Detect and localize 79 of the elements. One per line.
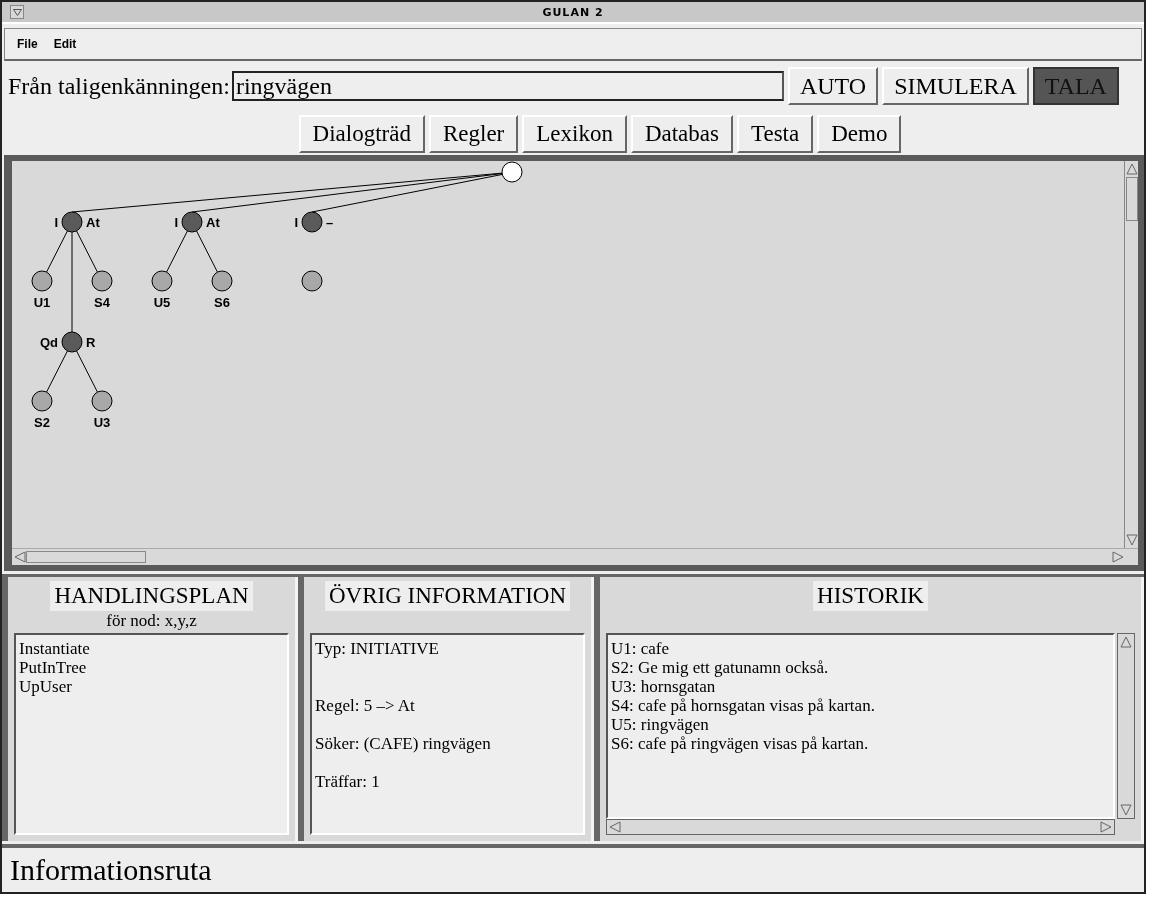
node-label: U3 (93, 415, 111, 430)
scroll-down-icon[interactable] (1125, 534, 1138, 546)
edge-line (76, 350, 98, 393)
panel-title: HANDLINGSPLAN (50, 581, 253, 611)
node-label: U5 (153, 295, 171, 310)
vertical-scrollbar[interactable] (1117, 633, 1135, 819)
tree-node[interactable] (61, 211, 83, 233)
field-label: Från taligenkänningen: (8, 72, 230, 100)
panel-title: ÖVRIG INFORMATION (325, 581, 570, 611)
node-label: I (174, 215, 178, 230)
plan-item: UpUser (19, 677, 73, 696)
recognition-input-field[interactable]: ringvägen (231, 71, 784, 101)
window-menu-button[interactable] (10, 5, 24, 19)
node-label: U1 (33, 295, 51, 310)
scroll-left-icon[interactable] (609, 821, 621, 833)
node-label: I (294, 215, 298, 230)
tab[interactable]: Databas (630, 115, 733, 153)
menu-item[interactable]: Edit (53, 37, 77, 51)
menu-item[interactable]: File (17, 37, 38, 51)
info-line: Typ: INITIATIVE (315, 639, 440, 658)
edge-line (196, 230, 218, 273)
node-label: At (206, 215, 220, 230)
tree-node[interactable] (501, 161, 523, 183)
scroll-up-icon[interactable] (1120, 636, 1132, 648)
tab[interactable]: Demo (817, 115, 902, 153)
action-button[interactable]: AUTO (787, 67, 879, 105)
tree-node[interactable] (31, 390, 53, 412)
triangle-down-icon (12, 8, 22, 16)
edge-line (166, 230, 188, 273)
tree-node[interactable] (301, 211, 323, 233)
scroll-thumb[interactable] (1125, 177, 1138, 221)
tree-node[interactable] (31, 270, 53, 292)
plan-item: Instantiate (19, 639, 91, 658)
tab[interactable]: Dialogträd (298, 115, 425, 153)
scroll-up-icon[interactable] (1125, 163, 1138, 175)
node-label: R (86, 335, 96, 350)
horizontal-scrollbar[interactable] (12, 548, 1138, 565)
info-line: Regel: 5 –> At (315, 696, 416, 715)
status-text: Informationsruta (10, 853, 212, 887)
history-line: S6: cafe på ringvägen visas på kartan. (611, 734, 870, 753)
node-label: Qd (39, 335, 58, 350)
history-line: U3: hornsgatan (611, 677, 717, 696)
history-line: U1: cafe (611, 639, 671, 658)
vertical-scrollbar[interactable] (1124, 161, 1138, 548)
scroll-left-icon[interactable] (14, 551, 26, 563)
window-title: GULAN 2 (542, 5, 604, 19)
info-line: Träffar: 1 (315, 772, 381, 791)
history-line: U5: ringvägen (611, 715, 710, 734)
scroll-thumb[interactable] (26, 551, 146, 563)
info-line: Söker: (CAFE) ringvägen (315, 734, 492, 753)
history-line: S2: Ge mig ett gatunamn också. (611, 658, 830, 677)
node-label: At (86, 215, 100, 230)
tab[interactable]: Lexikon (522, 115, 627, 153)
tab[interactable]: Regler (428, 115, 519, 153)
node-label: S6 (214, 295, 230, 310)
tree-node[interactable] (91, 390, 113, 412)
node-label: S4 (94, 295, 110, 310)
scroll-down-icon[interactable] (1120, 804, 1132, 816)
tree-node[interactable] (91, 270, 113, 292)
scroll-right-icon[interactable] (1100, 821, 1112, 833)
panel-title: HISTORIK (813, 581, 928, 611)
node-label: S2 (34, 415, 50, 430)
node-label: – (326, 215, 334, 230)
panel-subtitle: för nod: x,y,z (106, 611, 197, 632)
tree-node[interactable] (151, 270, 173, 292)
edge-line (46, 230, 68, 273)
tree-node[interactable] (211, 270, 233, 292)
history-line: S4: cafe på hornsgatan visas på kartan. (611, 696, 876, 715)
edge-line (76, 230, 98, 273)
edge-line (46, 350, 68, 393)
action-button[interactable]: SIMULERA (882, 67, 1029, 105)
tree-node[interactable] (301, 270, 323, 292)
tree-node[interactable] (181, 211, 203, 233)
node-label: I (54, 215, 58, 230)
tree-node[interactable] (61, 331, 83, 353)
horizontal-scrollbar[interactable] (606, 819, 1115, 835)
tab[interactable]: Testa (737, 115, 814, 153)
plan-item: PutInTree (19, 658, 88, 677)
scroll-right-icon[interactable] (1112, 551, 1124, 563)
